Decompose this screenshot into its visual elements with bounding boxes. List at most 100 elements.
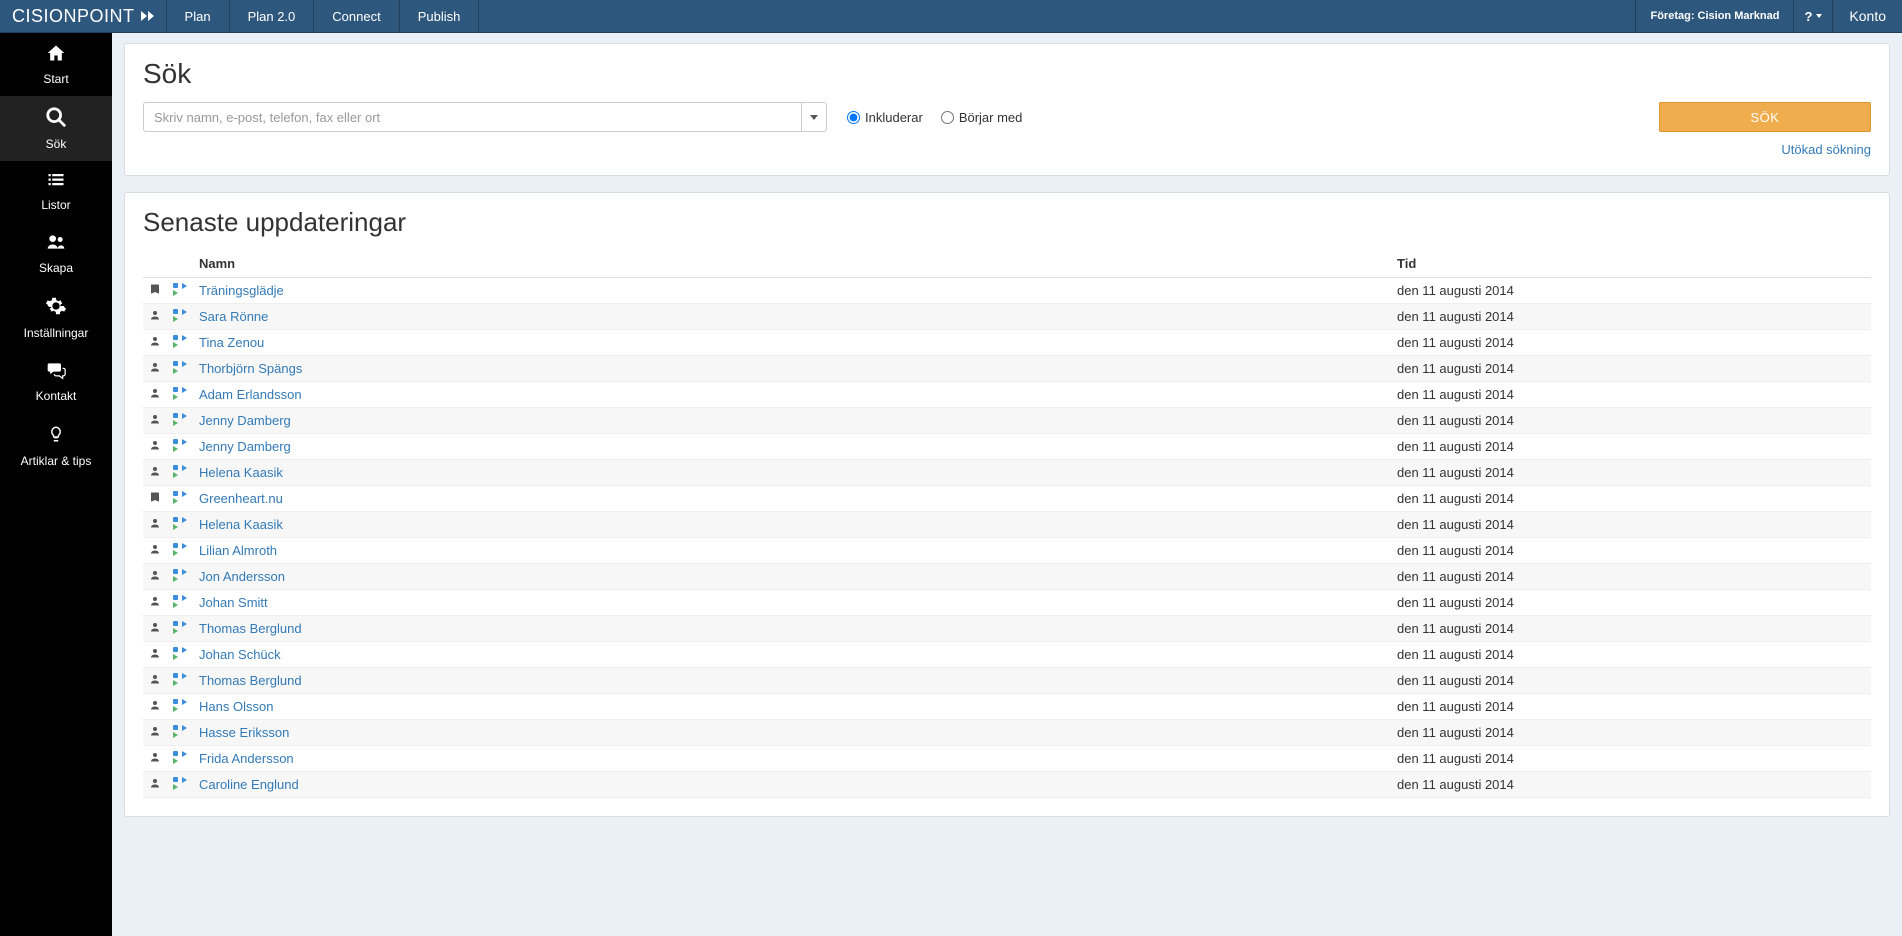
gear-icon [45, 295, 67, 323]
update-time: den 11 augusti 2014 [1391, 486, 1871, 512]
topnav-connect[interactable]: Connect [314, 0, 399, 32]
logo-text-bold: CISION [12, 6, 77, 27]
account-menu[interactable]: Konto [1832, 0, 1902, 32]
col-time-header: Tid [1391, 250, 1871, 278]
help-menu[interactable]: ? [1793, 0, 1832, 32]
update-name-link[interactable]: Sara Rönne [199, 309, 268, 324]
chevron-down-icon [1816, 14, 1822, 18]
topnav-plan20[interactable]: Plan 2.0 [230, 0, 315, 32]
cision-item-icon [173, 282, 187, 296]
updates-table: Namn Tid Träningsglädje den 11 augusti 20… [143, 250, 1871, 798]
logo-text-light: POINT [77, 6, 135, 27]
advanced-search-link[interactable]: Utökad sökning [1781, 142, 1871, 157]
person-icon [149, 622, 161, 636]
update-name-link[interactable]: Caroline Englund [199, 777, 299, 792]
person-icon [149, 466, 161, 480]
person-icon [149, 544, 161, 558]
topnav: Plan Plan 2.0 Connect Publish [167, 0, 480, 32]
update-time: den 11 augusti 2014 [1391, 694, 1871, 720]
person-icon [149, 674, 161, 688]
update-name-link[interactable]: Träningsglädje [199, 283, 284, 298]
topnav-publish[interactable]: Publish [400, 0, 480, 32]
sidebar-item-start[interactable]: Start [0, 33, 112, 96]
update-time: den 11 augusti 2014 [1391, 512, 1871, 538]
update-name-link[interactable]: Thomas Berglund [199, 621, 302, 636]
cision-item-icon [173, 594, 187, 608]
radio-starts-input[interactable] [941, 111, 954, 124]
update-name-link[interactable]: Jon Andersson [199, 569, 285, 584]
update-name-link[interactable]: Jenny Damberg [199, 413, 291, 428]
help-icon: ? [1804, 9, 1812, 24]
sidebar-item-label: Kontakt [36, 389, 77, 403]
cision-item-icon [173, 776, 187, 790]
search-dropdown-toggle[interactable] [801, 102, 827, 132]
radio-include-input[interactable] [847, 111, 860, 124]
person-icon [149, 648, 161, 662]
person-icon [149, 700, 161, 714]
chevron-down-icon [810, 115, 818, 120]
update-name-link[interactable]: Thorbjörn Spängs [199, 361, 302, 376]
search-input[interactable] [143, 102, 801, 132]
topnav-plan[interactable]: Plan [167, 0, 230, 32]
table-row: Greenheart.nu den 11 augusti 2014 [143, 486, 1871, 512]
radio-include[interactable]: Inkluderar [847, 110, 923, 125]
search-panel: Sök Inkluderar Börjar med [124, 43, 1890, 176]
cision-item-icon [173, 490, 187, 504]
update-time: den 11 augusti 2014 [1391, 408, 1871, 434]
book-icon [149, 284, 161, 298]
table-row: Sara Rönneden 11 augusti 2014 [143, 304, 1871, 330]
search-heading: Sök [143, 58, 1871, 90]
update-time: den 11 augusti 2014 [1391, 746, 1871, 772]
topbar: CISIONPOINT Plan Plan 2.0 Connect Publis… [0, 0, 1902, 33]
sidebar-item-kontakt[interactable]: Kontakt [0, 350, 112, 413]
radio-starts[interactable]: Börjar med [941, 110, 1023, 125]
update-name-link[interactable]: Jenny Damberg [199, 439, 291, 454]
update-name-link[interactable]: Greenheart.nu [199, 491, 283, 506]
search-input-group [143, 102, 827, 132]
update-name-link[interactable]: Frida Andersson [199, 751, 294, 766]
person-icon [149, 388, 161, 402]
update-name-link[interactable]: Helena Kaasik [199, 465, 283, 480]
main-content: Sök Inkluderar Börjar med [112, 33, 1902, 936]
person-icon [149, 570, 161, 584]
radio-include-label: Inkluderar [865, 110, 923, 125]
update-name-link[interactable]: Adam Erlandsson [199, 387, 302, 402]
sidebar-item-label: Listor [41, 198, 70, 212]
col-name-header: Namn [193, 250, 1391, 278]
cision-item-icon [173, 516, 187, 530]
update-name-link[interactable]: Thomas Berglund [199, 673, 302, 688]
cision-item-icon [173, 568, 187, 582]
update-time: den 11 augusti 2014 [1391, 278, 1871, 304]
sidebar-item-installningar[interactable]: Inställningar [0, 285, 112, 350]
sidebar-item-label: Artiklar & tips [21, 454, 92, 468]
cision-item-icon [173, 646, 187, 660]
update-name-link[interactable]: Helena Kaasik [199, 517, 283, 532]
sidebar-item-skapa[interactable]: Skapa [0, 222, 112, 285]
update-time: den 11 augusti 2014 [1391, 434, 1871, 460]
list-icon [45, 171, 67, 195]
update-name-link[interactable]: Tina Zenou [199, 335, 264, 350]
sidebar-item-label: Start [43, 72, 68, 86]
cision-item-icon [173, 698, 187, 712]
person-icon [149, 778, 161, 792]
chat-icon [45, 360, 67, 386]
update-name-link[interactable]: Johan Smitt [199, 595, 268, 610]
update-name-link[interactable]: Johan Schück [199, 647, 281, 662]
update-name-link[interactable]: Lilian Almroth [199, 543, 277, 558]
logo[interactable]: CISIONPOINT [0, 0, 167, 32]
update-time: den 11 augusti 2014 [1391, 616, 1871, 642]
sidebar-item-listor[interactable]: Listor [0, 161, 112, 222]
update-name-link[interactable]: Hasse Eriksson [199, 725, 289, 740]
sidebar-item-label: Inställningar [24, 326, 89, 340]
search-button[interactable]: SÖK [1659, 102, 1871, 132]
sidebar-item-sok[interactable]: Sök [0, 96, 112, 161]
table-row: Träningsglädje den 11 augusti 2014 [143, 278, 1871, 304]
updates-panel: Senaste uppdateringar Namn Tid Träningsg… [124, 192, 1890, 817]
logo-arrows-icon [141, 11, 154, 21]
update-name-link[interactable]: Hans Olsson [199, 699, 273, 714]
sidebar-item-artiklar[interactable]: Artiklar & tips [0, 413, 112, 478]
table-row: Adam Erlandssonden 11 augusti 2014 [143, 382, 1871, 408]
table-row: Jenny Damberg den 11 augusti 2014 [143, 434, 1871, 460]
table-row: Jon Anderssonden 11 augusti 2014 [143, 564, 1871, 590]
cision-item-icon [173, 334, 187, 348]
